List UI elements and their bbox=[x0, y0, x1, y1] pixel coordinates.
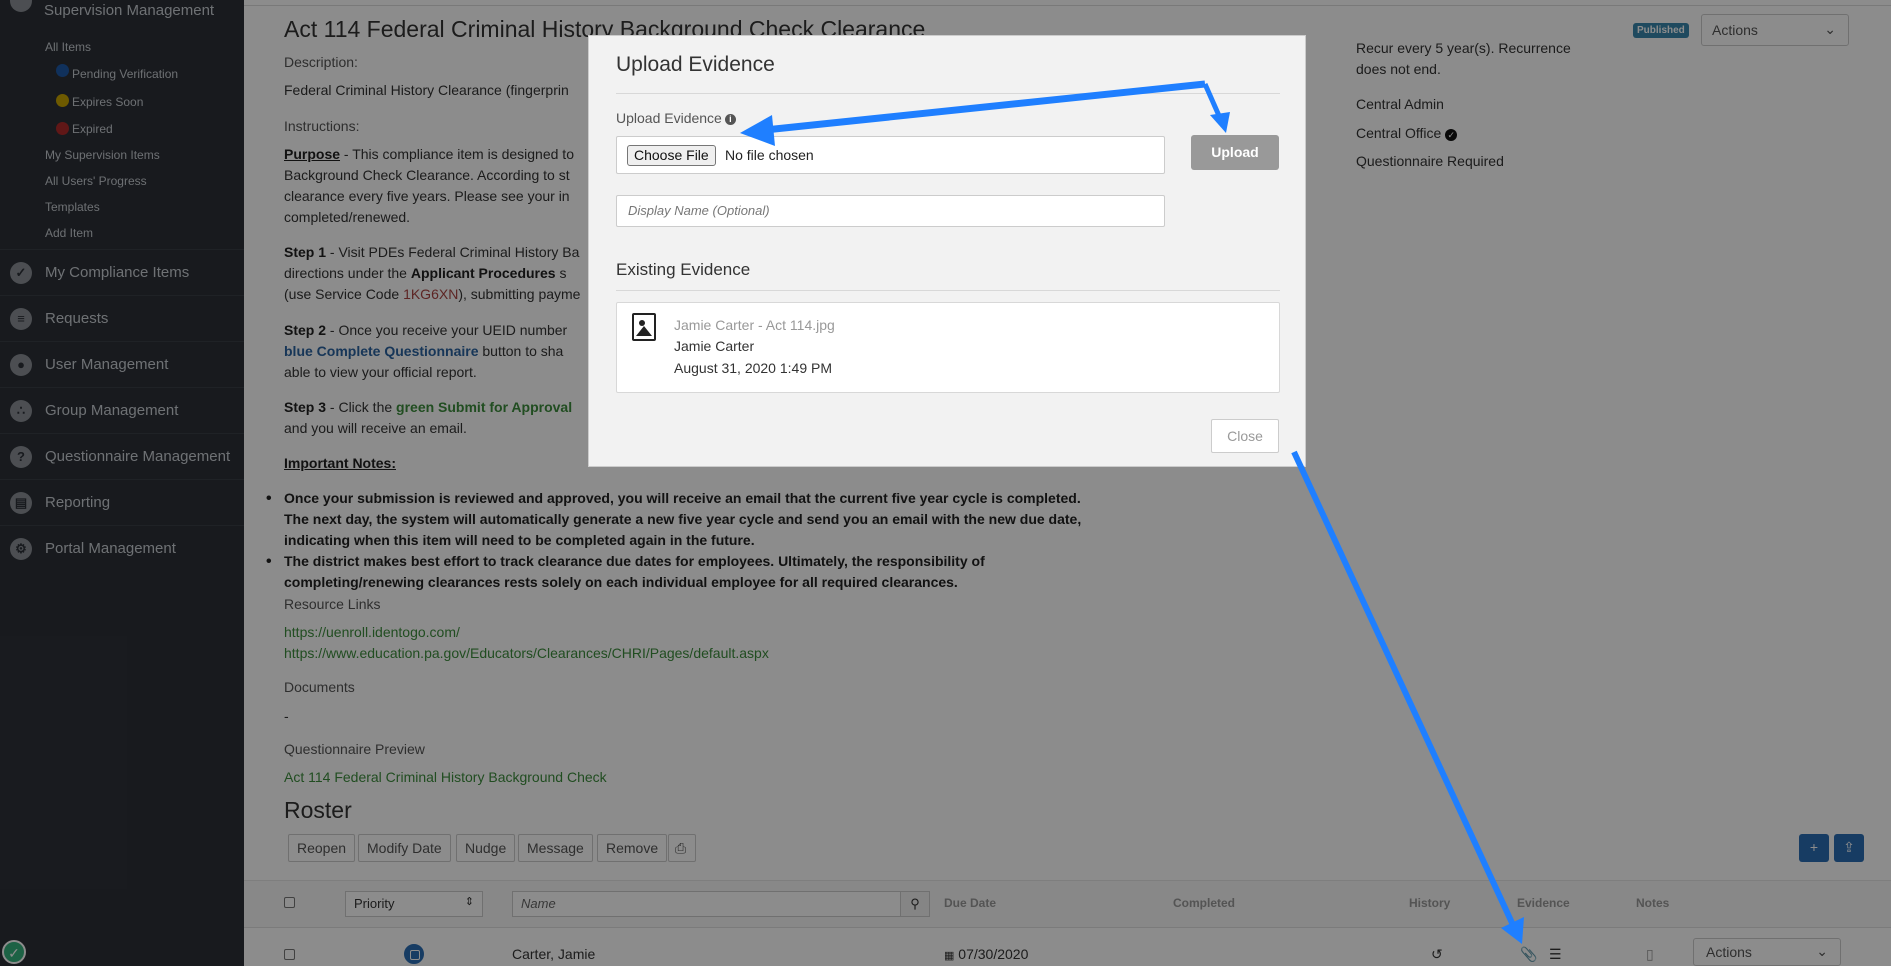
divider bbox=[616, 93, 1280, 94]
choose-file-button[interactable]: Choose File bbox=[627, 145, 716, 166]
close-button[interactable]: Close bbox=[1211, 419, 1279, 453]
upload-evidence-modal: Upload Evidence Upload Evidence i Choose … bbox=[588, 35, 1306, 467]
no-file-text: No file chosen bbox=[725, 147, 814, 163]
upload-button[interactable]: Upload bbox=[1191, 135, 1279, 170]
info-icon[interactable]: i bbox=[724, 114, 736, 125]
display-name-input[interactable]: Display Name (Optional) bbox=[616, 195, 1165, 227]
evidence-item: Jamie Carter - Act 114.jpg Jamie Carter … bbox=[616, 302, 1280, 393]
evidence-file-name[interactable]: Jamie Carter - Act 114.jpg bbox=[674, 317, 835, 333]
modal-title: Upload Evidence bbox=[616, 53, 775, 76]
divider bbox=[616, 290, 1280, 291]
image-file-icon bbox=[632, 313, 656, 341]
evidence-user: Jamie Carter bbox=[674, 338, 755, 354]
upload-evidence-label: Upload Evidence i bbox=[616, 110, 736, 126]
existing-evidence-heading: Existing Evidence bbox=[616, 260, 751, 279]
file-input[interactable]: Choose File No file chosen bbox=[616, 136, 1165, 174]
evidence-date: August 31, 2020 1:49 PM bbox=[674, 360, 832, 376]
